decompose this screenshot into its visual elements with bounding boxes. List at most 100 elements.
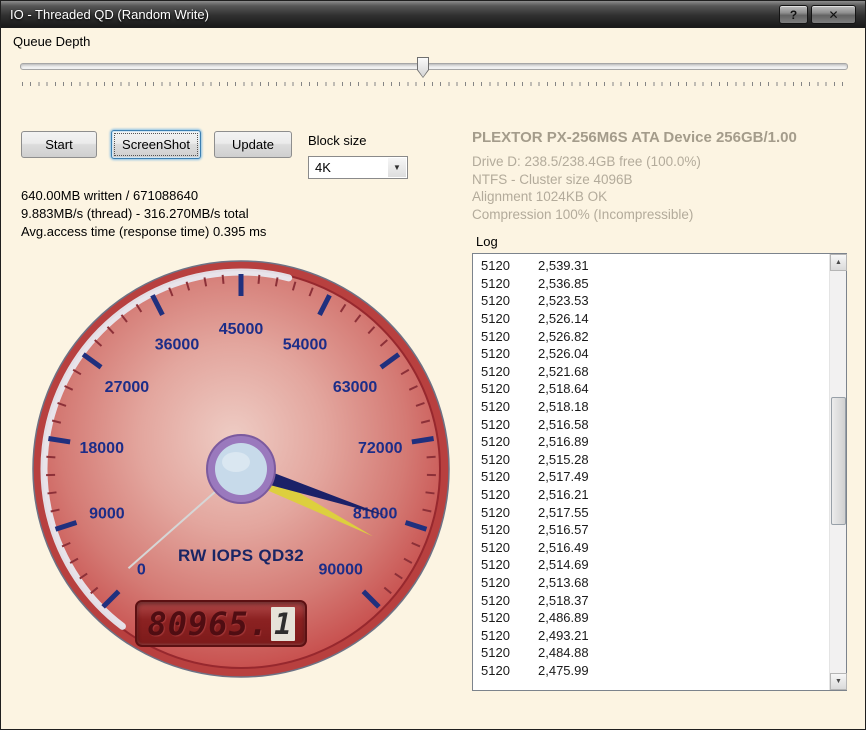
log-row[interactable]: 5120 2,521.68	[481, 363, 829, 381]
gauge-label: RW IOPS QD32	[177, 546, 305, 565]
log-list: 5120 2,539.31 5120 2,536.85 5120 2,523.53 5120…	[473, 254, 829, 690]
log-row[interactable]: 5120 2,515.28	[481, 451, 829, 469]
log-label: Log	[476, 234, 498, 249]
log-row[interactable]: 5120 2,516.21	[481, 486, 829, 504]
log-value: 2,526.04	[538, 346, 589, 362]
log-row[interactable]: 5120 2,475.99	[481, 662, 829, 680]
log-row[interactable]: 5120 2,484.88	[481, 644, 829, 662]
slider-thumb-face	[418, 58, 428, 77]
drive-info-panel: PLEXTOR PX-256M6S ATA Device 256GB/1.00 …	[472, 129, 854, 223]
log-row[interactable]: 5120 2,514.69	[481, 556, 829, 574]
drive-alignment-line: Alignment 1024KB OK	[472, 189, 608, 204]
scrollbar-thumb[interactable]	[831, 397, 846, 525]
log-value: 2,516.49	[538, 539, 589, 555]
log-row[interactable]: 5120 2,526.14	[481, 310, 829, 328]
log-block-size: 5120	[481, 662, 510, 678]
log-value: 2,521.68	[538, 363, 589, 379]
app-window: IO - Threaded QD (Random Write) ? ✕ Queu…	[0, 0, 866, 730]
slider-thumb[interactable]	[417, 57, 429, 78]
log-block-size: 5120	[481, 293, 510, 309]
svg-text:45000: 45000	[219, 321, 264, 338]
log-value: 2,515.28	[538, 451, 589, 467]
block-size-label: Block size	[308, 133, 367, 148]
log-row[interactable]: 5120 2,539.31	[481, 257, 829, 275]
drive-compression-line: Compression 100% (Incompressible)	[472, 206, 694, 222]
log-row[interactable]: 5120 2,518.64	[481, 380, 829, 398]
log-block-size: 5120	[481, 381, 510, 397]
gauge-digital-readout: 80965. 1	[135, 600, 307, 647]
log-block-size: 5120	[481, 610, 510, 626]
log-block-size: 5120	[481, 363, 510, 379]
log-block-size: 5120	[481, 311, 510, 327]
svg-text:36000: 36000	[155, 336, 200, 353]
close-icon: ✕	[828, 7, 839, 22]
log-row[interactable]: 5120 2,523.53	[481, 292, 829, 310]
log-row[interactable]: 5120 2,486.89	[481, 609, 829, 627]
log-value: 2,475.99	[538, 662, 589, 678]
chevron-down-icon[interactable]: ▼	[388, 158, 406, 177]
svg-text:63000: 63000	[333, 379, 378, 396]
log-value: 2,539.31	[538, 258, 589, 274]
log-value: 2,518.37	[538, 592, 589, 608]
log-block-size: 5120	[481, 522, 510, 538]
drive-space-line: Drive D: 238.5/238.4GB free (100.0%)	[472, 154, 701, 169]
queue-depth-label: Queue Depth	[13, 34, 91, 49]
log-block-size: 5120	[481, 645, 510, 661]
readout-last-digit: 1	[271, 606, 295, 641]
log-value: 2,526.14	[538, 311, 589, 327]
log-row[interactable]: 5120 2,516.58	[481, 415, 829, 433]
log-value: 2,486.89	[538, 610, 589, 626]
log-block-size: 5120	[481, 275, 510, 291]
log-scrollbar[interactable]: ▲ ▼	[829, 254, 847, 690]
log-value: 2,516.89	[538, 434, 589, 450]
log-row[interactable]: 5120 2,526.04	[481, 345, 829, 363]
log-row[interactable]: 5120 2,517.55	[481, 503, 829, 521]
slider-track[interactable]	[20, 63, 848, 70]
log-value: 2,493.21	[538, 627, 589, 643]
log-row[interactable]: 5120 2,517.49	[481, 468, 829, 486]
log-value: 2,518.64	[538, 381, 589, 397]
help-button[interactable]: ?	[779, 5, 808, 24]
log-value: 2,518.18	[538, 399, 589, 415]
log-block-size: 5120	[481, 434, 510, 450]
slider-tick-marks	[22, 82, 846, 86]
log-row[interactable]: 5120 2,518.18	[481, 398, 829, 416]
title-bar[interactable]: IO - Threaded QD (Random Write)	[1, 1, 865, 28]
update-button[interactable]: Update	[214, 131, 292, 158]
log-block-size: 5120	[481, 557, 510, 573]
log-value: 2,516.21	[538, 487, 589, 503]
log-value: 2,516.57	[538, 522, 589, 538]
log-row[interactable]: 5120 2,493.21	[481, 626, 829, 644]
queue-depth-slider[interactable]	[17, 53, 851, 89]
log-block-size: 5120	[481, 487, 510, 503]
screenshot-button[interactable]: ScreenShot	[111, 130, 201, 159]
log-listbox[interactable]: 5120 2,539.31 5120 2,536.85 5120 2,523.53 5120…	[472, 253, 847, 691]
log-row[interactable]: 5120 2,516.89	[481, 433, 829, 451]
svg-text:9000: 9000	[89, 506, 125, 523]
log-block-size: 5120	[481, 574, 510, 590]
start-button[interactable]: Start	[21, 131, 97, 158]
close-button[interactable]: ✕	[811, 5, 856, 24]
svg-text:27000: 27000	[105, 379, 150, 396]
block-size-value: 4K	[315, 160, 331, 175]
readout-digits: 80965.	[147, 604, 270, 643]
svg-text:54000: 54000	[283, 336, 328, 353]
log-value: 2,517.55	[538, 504, 589, 520]
log-value: 2,514.69	[538, 557, 589, 573]
log-row[interactable]: 5120 2,536.85	[481, 275, 829, 293]
log-block-size: 5120	[481, 346, 510, 362]
log-row[interactable]: 5120 2,526.82	[481, 327, 829, 345]
log-row[interactable]: 5120 2,513.68	[481, 574, 829, 592]
log-row[interactable]: 5120 2,516.49	[481, 539, 829, 557]
block-size-dropdown[interactable]: 4K ▼	[308, 156, 408, 179]
log-value: 2,517.49	[538, 469, 589, 485]
scroll-down-icon[interactable]: ▼	[830, 673, 847, 690]
log-block-size: 5120	[481, 504, 510, 520]
log-block-size: 5120	[481, 627, 510, 643]
log-value: 2,516.58	[538, 416, 589, 432]
log-row[interactable]: 5120 2,518.37	[481, 591, 829, 609]
log-block-size: 5120	[481, 451, 510, 467]
log-value: 2,526.82	[538, 328, 589, 344]
log-row[interactable]: 5120 2,516.57	[481, 521, 829, 539]
scroll-up-icon[interactable]: ▲	[830, 254, 847, 271]
